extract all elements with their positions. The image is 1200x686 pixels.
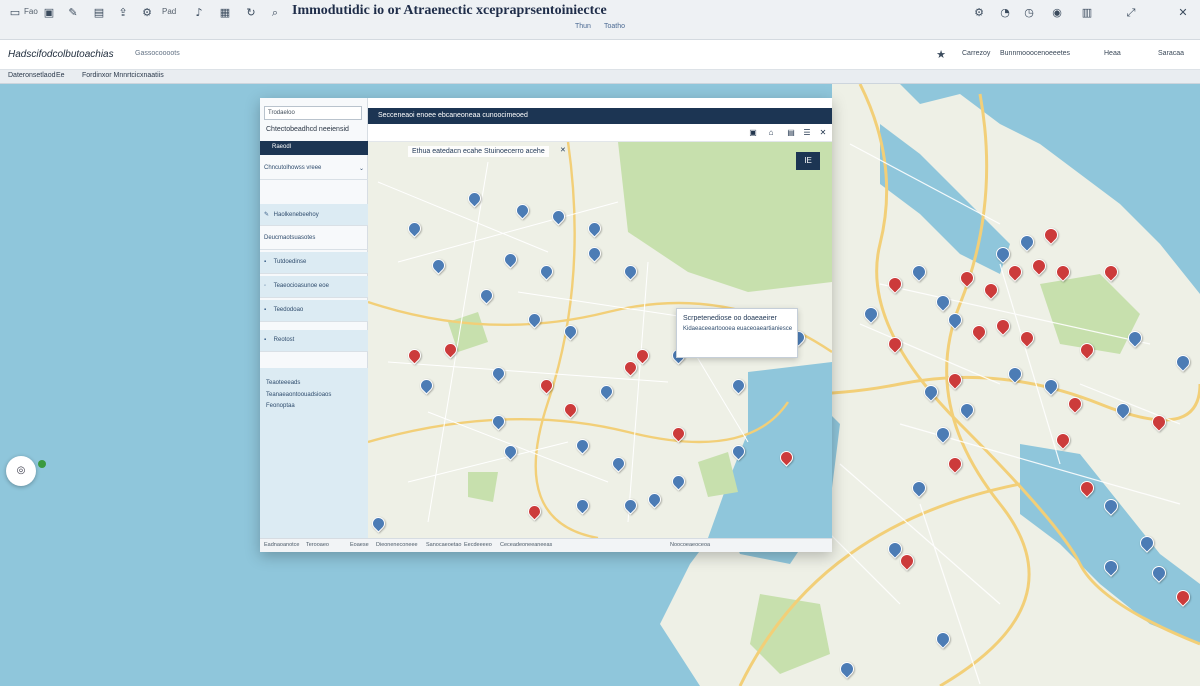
sidebar-sub-item[interactable]: Teaoteeeads (266, 380, 300, 386)
locate-button[interactable]: ◎ (6, 456, 36, 486)
status-dot (38, 460, 46, 468)
locate-icon: ◎ (16, 465, 26, 476)
edit-icon[interactable]: ✎ (66, 6, 80, 20)
sidebar-item-label: Tutdoedinse (273, 259, 307, 265)
close-icon[interactable]: ✕ (560, 146, 566, 154)
grid-icon[interactable]: ▦ (218, 6, 232, 20)
window-icon[interactable]: ▭ (8, 6, 22, 20)
status-item: Sanocaeoetao (426, 542, 462, 548)
close-icon[interactable]: ✕ (1176, 6, 1190, 20)
map-caption: Ethua eatedacn ecahe Stuinoecerro acehe (408, 146, 549, 157)
pencil-icon: ✎ (264, 212, 270, 218)
globe-icon[interactable]: ◉ (1050, 6, 1064, 20)
sidebar-item-label: Haolkenebeehoy (273, 212, 319, 218)
menu-icon: ▪ (264, 337, 267, 343)
sidebar-item[interactable]: ▪ Tutdoedinse (260, 252, 368, 274)
page-subtitle: Gassocoooots (135, 50, 180, 57)
dropdown-icon[interactable]: ⌄ (359, 165, 364, 172)
sidebar-sub-item[interactable]: Teanaeaontoouadsioaos (266, 392, 331, 398)
save-icon[interactable]: ▣ (748, 128, 758, 138)
status-item: Dieoneneconeee (376, 542, 418, 548)
sidebar-item-label: Teedodoao (273, 307, 304, 313)
status-item: Noocoeaeoceoa (670, 542, 711, 548)
nav-link[interactable]: Bunnmooocenoeeetes (1000, 50, 1070, 57)
status-item: Eadnaoanotce (264, 542, 300, 548)
sidebar-item[interactable]: ▪ Teedodoao (260, 300, 368, 322)
tab-bar: Dateronsetlaod Ee Fordinxor Mnnrtcicxnaa… (0, 70, 1200, 84)
tooltip-subtitle: Kidaeaceeartoooea euaceoaeartianiesce (683, 326, 793, 332)
sidebar-heading: Chtectobeadhcd neeiensid (266, 126, 349, 133)
list-icon[interactable]: ☰ (802, 128, 812, 138)
page-title: Hadscifodcolbutoachias (8, 49, 114, 60)
sidebar-item[interactable]: Chncutolhowss vreee ⌄ (260, 158, 368, 180)
tab-item[interactable]: Dateronsetlaod (8, 72, 55, 79)
nav-link[interactable]: Carrezoy (962, 50, 990, 57)
search-input[interactable]: Trodaeloo (264, 106, 362, 120)
location-tooltip[interactable]: Scrpetenediose oo doaeaeirer Kidaeaceear… (676, 308, 798, 358)
folder-icon[interactable]: ▣ (42, 6, 56, 20)
sidebar: Trodaeloo Chtectobeadhcd neeiensid Raeod… (260, 98, 368, 538)
clock-icon[interactable]: ◷ (1022, 6, 1036, 20)
status-item: Ceceadeoneeaneeas (500, 542, 553, 548)
toolbar-sub[interactable]: Toatho (604, 23, 625, 30)
corner-badge[interactable]: IE (796, 152, 820, 170)
calendar-icon[interactable]: ▥ (1080, 6, 1094, 20)
pin-icon: ◦ (264, 283, 267, 289)
top-toolbar: ▭ Fao ▣ ✎ ▤ ⇪ ⚙ Pad ♪ ▦ ↻ ⌕ Immodutidic … (0, 0, 1200, 40)
pin-icon[interactable]: ⌂ (766, 128, 776, 138)
toolbar-label[interactable]: Pad (162, 7, 176, 16)
menu-icon: ▪ (264, 259, 267, 265)
tooltip-title: Scrpetenediose oo doaeaeirer (683, 315, 777, 322)
toolbar-sub[interactable]: Thun (575, 23, 591, 30)
settings-icon[interactable]: ⚙ (972, 6, 986, 20)
sidebar-item-label: Reotost (273, 337, 295, 343)
window-toolbar: ▣ ⌂ ▤ ☰ ✕ (368, 124, 832, 142)
window-header: Secceneaoi enoee ebcaneoneaa cunoocimeoe… (368, 108, 832, 124)
address-bar: Hadscifodcolbutoachias Gassocoooots ★ Ca… (0, 40, 1200, 70)
sidebar-item[interactable]: ▪ Reotost (260, 330, 368, 352)
status-item: Eoaese (350, 542, 369, 548)
sidebar-item[interactable]: ✎ Haolkenebeehoy (260, 204, 368, 226)
tab-item[interactable]: Ee (56, 72, 65, 79)
star-icon[interactable]: ★ (934, 48, 948, 62)
sidebar-item-label: Teaeocioasunoe eoe (273, 283, 329, 289)
app-title: Immodutidic io or Atraenectic xcepraprse… (292, 3, 607, 18)
share-icon[interactable]: ⇪ (116, 6, 130, 20)
sidebar-item-label: Chncutolhowss vreee (264, 165, 322, 171)
tab-item[interactable]: Fordinxor Mnnrtcicxnaatiis (82, 72, 164, 79)
status-bar: Eadnaoanotce Terooaeo Eoaese Dieonenecon… (260, 538, 832, 552)
sidebar-item-label: Deucmaotsuasotes (264, 235, 316, 241)
sidebar-panel: Teaoteeeads Teanaeaontoouadsioaos Feonop… (260, 368, 368, 538)
nav-link[interactable]: Saracaa (1158, 50, 1184, 57)
close-icon[interactable]: ✕ (818, 128, 828, 138)
search-icon[interactable]: ⌕ (268, 6, 282, 20)
status-item: Eecdeeeeo (464, 542, 492, 548)
user-icon[interactable]: ◔ (998, 6, 1012, 20)
sidebar-item[interactable]: Deucmaotsuasotes (260, 228, 368, 250)
refresh-icon[interactable]: ↻ (244, 6, 258, 20)
nav-link[interactable]: Heaa (1104, 50, 1121, 57)
sidebar-item[interactable]: ◦ Teaeocioasunoe eoe (260, 276, 368, 298)
bell-icon[interactable]: ♪ (192, 6, 206, 20)
print-icon[interactable]: ▤ (92, 6, 106, 20)
sidebar-item-active[interactable]: Raeodl (260, 141, 368, 155)
menu-icon: ▪ (264, 307, 267, 313)
sidebar-sub-item[interactable]: Feonoptaa (266, 403, 295, 409)
map-app-window: Trodaeloo Chtectobeadhcd neeiensid Raeod… (260, 98, 832, 552)
layers-icon[interactable]: ▤ (786, 128, 796, 138)
gear-icon[interactable]: ⚙ (140, 6, 154, 20)
park-area (468, 472, 498, 502)
status-item: Terooaeo (306, 542, 329, 548)
toolbar-label[interactable]: Fao (24, 7, 38, 16)
expand-icon[interactable]: ⤢ (1124, 6, 1138, 20)
